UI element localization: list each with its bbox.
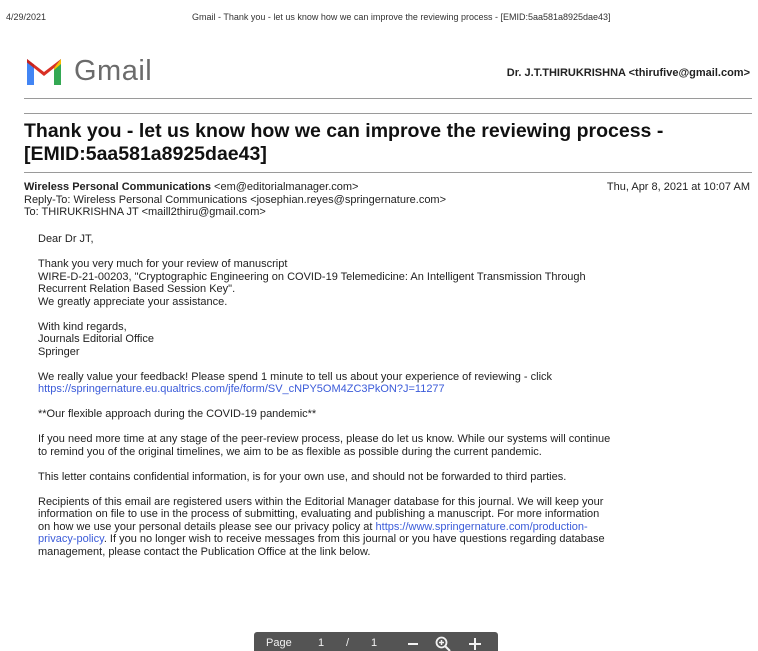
- email-body: Dear Dr JT, Thank you very much for your…: [38, 233, 743, 571]
- gmail-wordmark: Gmail: [74, 55, 153, 87]
- text-line: Journals Editorial Office: [38, 333, 154, 345]
- page-label: Page: [266, 637, 292, 649]
- plus-icon[interactable]: [466, 635, 484, 651]
- reply-to-line: Reply-To: Wireless Personal Communicatio…: [24, 193, 447, 206]
- sender-email: <em@editorialmanager.com>: [210, 181, 359, 193]
- feedback-paragraph: We really value your feedback! Please sp…: [38, 371, 743, 396]
- zoom-out-icon[interactable]: [404, 635, 422, 651]
- text-line: We really value your feedback! Please sp…: [38, 370, 553, 383]
- divider: [24, 113, 752, 114]
- divider: [24, 172, 752, 173]
- logo-row: Gmail Dr. J.T.THIRUKRISHNA <thirufive@gm…: [24, 55, 752, 91]
- print-title: Gmail - Thank you - let us know how we c…: [192, 12, 611, 22]
- text-line: to remind you of the original timelines,…: [38, 445, 542, 458]
- text-line: If you need more time at any stage of th…: [38, 433, 611, 445]
- text-line: information on file to use in the proces…: [38, 508, 600, 520]
- text-line: WIRE-D-21-00203, "Cryptographic Engineer…: [38, 270, 586, 283]
- text-line: Springer: [38, 345, 80, 358]
- sent-date: Thu, Apr 8, 2021 at 10:07 AM: [606, 181, 750, 193]
- recipients-paragraph: Recipients of this email are registered …: [38, 496, 743, 559]
- text-line: We greatly appreciate your assistance.: [38, 295, 228, 308]
- text-line: With kind regards,: [38, 320, 127, 333]
- thanks-paragraph: Thank you very much for your review of m…: [38, 258, 743, 308]
- pdf-viewer-toolbar: Page 1 / 1: [254, 632, 498, 651]
- current-page[interactable]: 1: [318, 637, 324, 649]
- text-line: Recipients of this email are registered …: [38, 495, 604, 508]
- total-pages: 1: [371, 637, 378, 649]
- email-subject: Thank you - let us know how we can impro…: [24, 120, 724, 166]
- subject-line: Thank you - let us know how we can impro…: [24, 120, 664, 142]
- survey-link[interactable]: https://springernature.eu.qualtrics.com/…: [38, 383, 445, 395]
- privacy-link[interactable]: privacy-policy: [38, 533, 104, 545]
- gmail-logo-icon: [27, 59, 61, 85]
- greeting: Dear Dr JT,: [38, 233, 94, 245]
- text-line: Thank you very much for your review of m…: [38, 258, 288, 270]
- to-line: To: THIRUKRISHNA JT <maill2thiru@gmail.c…: [24, 206, 266, 218]
- subject-line: [EMID:5aa581a8925dae43]: [24, 143, 267, 165]
- text-line: Recurrent Relation Based Session Key".: [38, 283, 236, 295]
- email-header: Wireless Personal Communications <em@edi…: [24, 181, 752, 219]
- confidential-notice: This letter contains confidential inform…: [38, 470, 567, 483]
- page-separator: /: [346, 637, 350, 649]
- print-header: 4/29/2021 Gmail - Thank you - let us kno…: [6, 12, 752, 26]
- text-line: . If you no longer wish to receive messa…: [103, 533, 605, 545]
- time-paragraph: If you need more time at any stage of th…: [38, 433, 743, 458]
- divider: [24, 98, 752, 99]
- zoom-in-icon[interactable]: [434, 635, 452, 651]
- covid-heading: **Our flexible approach during the COVID…: [38, 408, 317, 420]
- text-line: on how we use your personal details plea…: [38, 520, 376, 533]
- email-print-page: 4/29/2021 Gmail - Thank you - let us kno…: [0, 0, 758, 651]
- signature: With kind regards, Journals Editorial Of…: [38, 321, 743, 359]
- text-line: management, please contact the Publicati…: [38, 545, 371, 558]
- sender-name: Wireless Personal Communications: [24, 181, 211, 193]
- account-name: Dr. J.T.THIRUKRISHNA <thirufive@gmail.co…: [506, 67, 750, 79]
- privacy-link[interactable]: https://www.springernature.com/productio…: [376, 521, 588, 533]
- print-date: 4/29/2021: [6, 12, 47, 22]
